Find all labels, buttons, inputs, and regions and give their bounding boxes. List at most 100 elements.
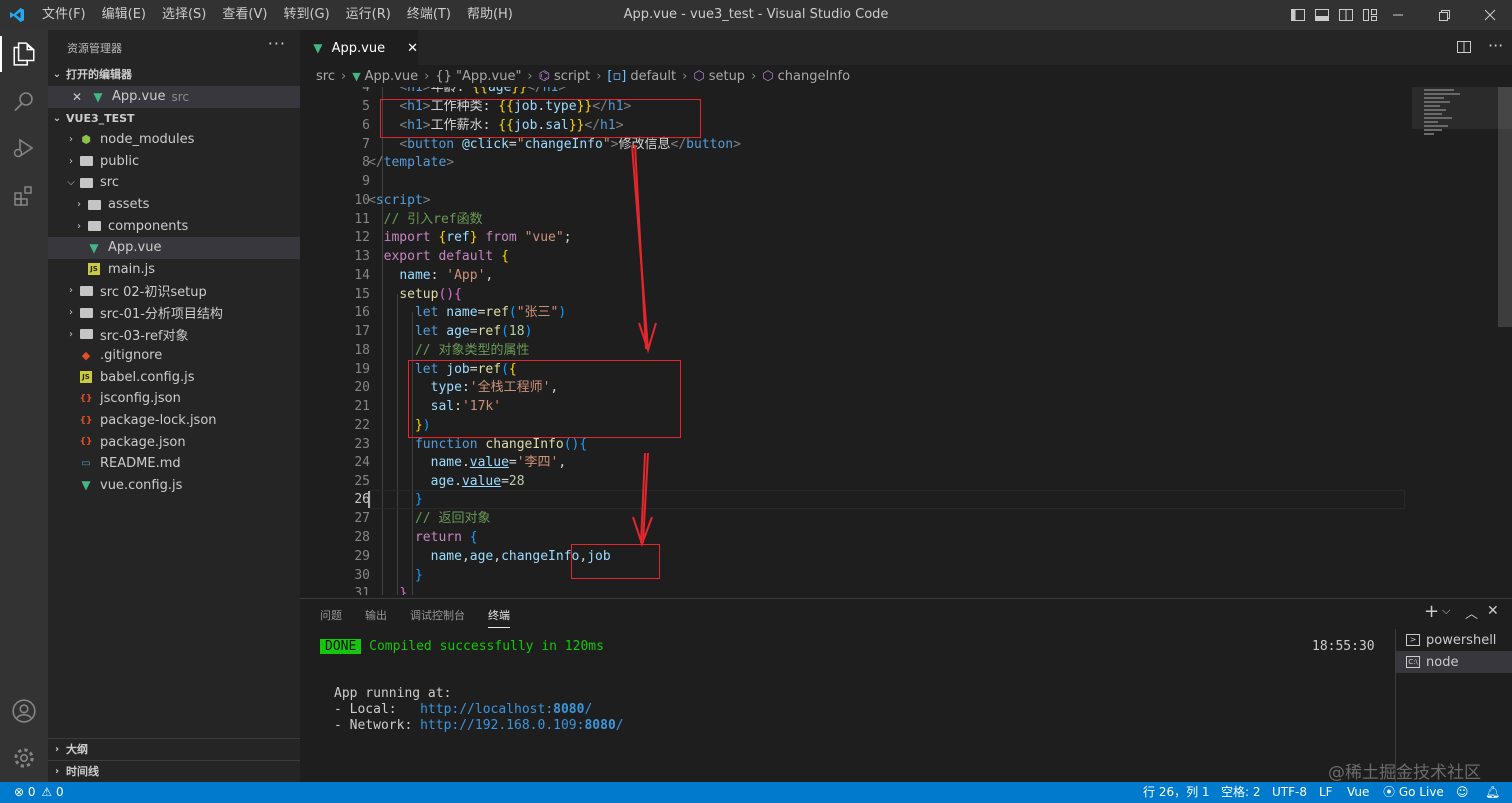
open-editors-section[interactable]: ⌄ 打开的编辑器 (48, 63, 300, 85)
chevron-right-icon: › (527, 68, 533, 84)
chevron-right-icon: › (54, 765, 60, 777)
chevron-right-icon: › (69, 285, 73, 297)
toggle-secondary-sidebar-icon[interactable] (1338, 7, 1354, 23)
language-mode[interactable]: Vue (1347, 782, 1369, 803)
breadcrumb-module[interactable]: {} "App.vue" (435, 69, 521, 84)
encoding[interactable]: UTF-8 (1272, 782, 1307, 803)
breadcrumb-file[interactable]: App.vue (365, 69, 418, 84)
indentation[interactable]: 空格: 2 (1221, 782, 1261, 803)
minimize-icon[interactable] (1390, 7, 1406, 23)
chevron-right-icon: › (77, 199, 81, 211)
extensions-icon[interactable] (8, 180, 40, 212)
menu-terminal[interactable]: 终端(T) (399, 0, 459, 30)
timeline-section[interactable]: › 时间线 (48, 760, 300, 782)
tree-item[interactable]: {} jsconfig.json (48, 388, 300, 410)
menu-edit[interactable]: 编辑(E) (94, 0, 154, 30)
tree-item[interactable]: JS main.js (48, 259, 300, 281)
project-section[interactable]: ⌄ VUE3_TEST (48, 107, 300, 129)
close-window-icon[interactable] (1482, 7, 1498, 23)
go-live[interactable]: ⦿ Go Live (1383, 782, 1444, 803)
tab-problems[interactable]: 问题 (320, 607, 342, 623)
tree-item[interactable]: › src-01-分析项目结构 (48, 302, 300, 324)
menu-selection[interactable]: 选择(S) (154, 0, 214, 30)
feedback-icon[interactable]: ☺ (1456, 782, 1469, 803)
vue-file-icon: ▼ (313, 41, 323, 55)
run-debug-icon[interactable] (8, 132, 40, 164)
outline-section[interactable]: › 大纲 (48, 738, 300, 760)
menu-file[interactable]: 文件(F) (34, 0, 94, 30)
editor-tab-bar: ▼ App.vue ✕ ··· (300, 30, 1512, 65)
terminal-output[interactable]: DONE Compiled successfully in 120ms (320, 639, 604, 654)
account-icon[interactable] (8, 695, 40, 727)
tree-item[interactable]: › public (48, 151, 300, 173)
tree-item[interactable]: › ⬢ node_modules (48, 129, 300, 151)
breadcrumb-script[interactable]: script (554, 69, 590, 84)
tree-item-label: src 02-初识setup (100, 285, 207, 301)
local-url[interactable]: http://localhost:8080/ (420, 702, 592, 717)
breadcrumb-default[interactable]: default (630, 69, 676, 84)
tree-item[interactable]: › src 02-初识setup (48, 280, 300, 302)
notifications-bell-icon[interactable]: 🔔︎ (1485, 782, 1500, 803)
tab-debug-console[interactable]: 调试控制台 (410, 607, 465, 623)
tree-item[interactable]: › components (48, 215, 300, 237)
toggle-panel-icon[interactable] (1314, 7, 1330, 23)
tree-item[interactable]: ◆ .gitignore (48, 345, 300, 367)
network-url[interactable]: http://192.168.0.109:8080/ (420, 718, 624, 733)
tree-item[interactable]: JS babel.config.js (48, 367, 300, 389)
breadcrumb-setup[interactable]: setup (709, 69, 745, 84)
tree-item[interactable]: ⌵ src (48, 172, 300, 194)
tab-output[interactable]: 输出 (365, 607, 387, 623)
folder-icon (78, 153, 94, 169)
open-editor-item[interactable]: ✕ ▼ App.vue src (48, 86, 300, 108)
minimap[interactable] (1412, 87, 1512, 595)
tree-item[interactable]: ▼ App.vue (48, 237, 300, 259)
tree-item[interactable]: {} package.json (48, 431, 300, 453)
chevron-down-icon[interactable]: ⌵ (1442, 604, 1450, 618)
explorer-icon[interactable] (8, 38, 40, 70)
split-editor-icon[interactable] (1456, 39, 1472, 55)
search-icon[interactable] (8, 86, 40, 118)
tree-item[interactable]: › src-03-ref对象 (48, 323, 300, 345)
cursor-position[interactable]: 行 26，列 1 (1143, 782, 1210, 803)
restore-icon[interactable] (1436, 7, 1452, 23)
menu-run[interactable]: 运行(R) (338, 0, 399, 30)
customize-layout-icon[interactable] (1362, 7, 1378, 23)
vue-file-icon: ▼ (352, 69, 361, 83)
more-actions-icon[interactable]: ··· (268, 34, 286, 53)
tree-item[interactable]: {} package-lock.json (48, 410, 300, 432)
editor-scrollbar[interactable] (1498, 87, 1512, 327)
toggle-sidebar-icon[interactable] (1290, 7, 1306, 23)
line-ending[interactable]: LF (1319, 782, 1333, 803)
editor-more-icon[interactable]: ··· (1488, 36, 1503, 55)
tree-item-label: jsconfig.json (100, 391, 181, 407)
maximize-panel-icon[interactable]: ︿ (1465, 603, 1478, 622)
vue-file-icon: ▼ (93, 89, 103, 104)
tree-item[interactable]: ▭ README.md (48, 453, 300, 475)
tab-app-vue[interactable]: ▼ App.vue ✕ (300, 30, 418, 65)
terminal-item-powershell[interactable]: > powershell (1396, 629, 1512, 651)
terminal-item-node[interactable]: C:\ node (1396, 651, 1512, 673)
tree-item-label: src (100, 175, 119, 191)
symbol-method-icon: ⬡ (762, 68, 774, 84)
menu-go[interactable]: 转到(G) (275, 0, 337, 30)
close-editor-icon[interactable]: ✕ (72, 90, 90, 104)
menu-view[interactable]: 查看(V) (214, 0, 275, 30)
tree-item-label: package-lock.json (100, 413, 217, 429)
vscode-logo-icon (0, 7, 34, 23)
folder-icon (86, 218, 102, 234)
problems-status[interactable]: ⊗ 0 ⚠ 0 (14, 782, 64, 803)
breadcrumb-src[interactable]: src (316, 69, 335, 84)
tree-item[interactable]: ▼ vue.config.js (48, 475, 300, 497)
tab-terminal[interactable]: 终端 (488, 607, 510, 628)
chevron-right-icon: › (424, 68, 430, 84)
close-panel-icon[interactable]: ✕ (1487, 603, 1499, 619)
menu-help[interactable]: 帮助(H) (459, 0, 521, 30)
code-editor[interactable]: 4 <h1>年龄: {{age}}</h1> 5 <h1>工作种类: {{job… (300, 87, 1512, 595)
tab-close-icon[interactable]: ✕ (407, 41, 418, 56)
settings-gear-icon[interactable] (8, 742, 40, 774)
json-file-icon: {} (79, 415, 93, 426)
tree-item-label: main.js (108, 261, 155, 277)
new-terminal-icon[interactable]: + (1424, 601, 1439, 622)
tree-item[interactable]: › assets (48, 194, 300, 216)
breadcrumb-changeinfo[interactable]: changeInfo (778, 69, 850, 84)
